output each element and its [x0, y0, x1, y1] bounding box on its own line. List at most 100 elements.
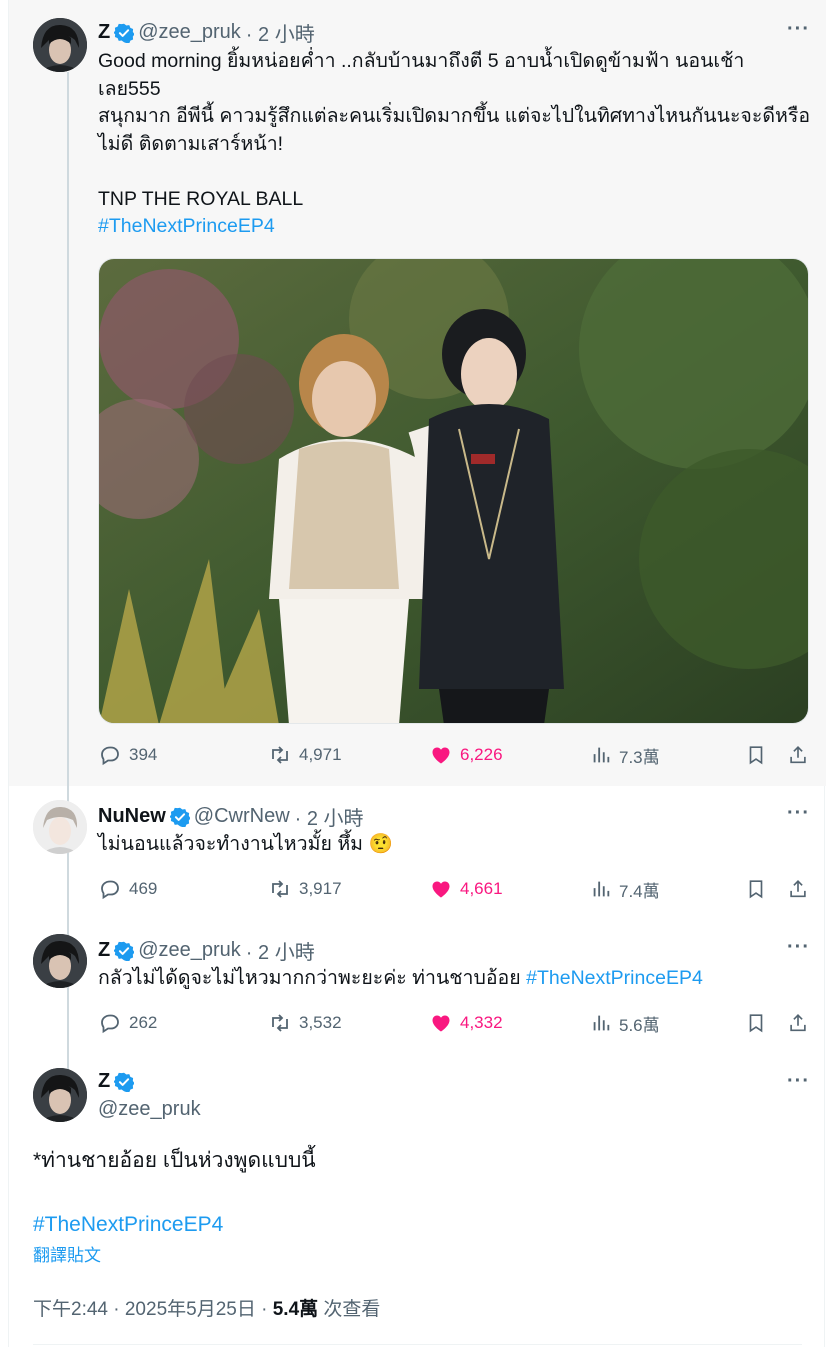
- bookmark-icon: [749, 746, 763, 765]
- like-button[interactable]: 6,226: [429, 740, 503, 770]
- verified-badge-icon: [114, 941, 135, 961]
- reply-count: 394: [129, 745, 158, 764]
- display-name[interactable]: Z: [98, 939, 110, 962]
- more-icon[interactable]: ···: [787, 802, 810, 825]
- reply-button[interactable]: 469: [98, 874, 157, 904]
- share-button[interactable]: [787, 740, 816, 770]
- timestamp[interactable]: · 2 小時: [246, 936, 315, 965]
- avatar[interactable]: [33, 934, 87, 988]
- reply-icon: [101, 1014, 119, 1034]
- view-count: 5.6萬: [619, 1015, 660, 1035]
- views-button[interactable]: 7.3萬: [590, 740, 660, 770]
- text-line: เลย555: [98, 77, 161, 100]
- hashtag-link[interactable]: #TheNextPrinceEP4: [98, 213, 814, 241]
- share-icon: [790, 880, 806, 898]
- text-line: สนุกมาก อีพีนี้ คาวมรู้สึกแต่ละคนเริ่มเป…: [98, 105, 811, 127]
- display-name[interactable]: NuNew: [98, 805, 166, 828]
- tweet-actions: 262 3,532 4,332 5.6萬: [98, 1008, 814, 1038]
- avatar[interactable]: [33, 1068, 87, 1122]
- tweet-header: NuNew @CwrNew · 2 小時: [98, 802, 364, 831]
- like-count: 6,226: [460, 745, 503, 764]
- tweet-text: ไม่นอนแล้วจะทำงานไหวมั้ย หึ้ม 🤨: [98, 833, 393, 855]
- repost-icon: [272, 1014, 288, 1032]
- more-icon[interactable]: ···: [787, 1070, 810, 1093]
- bookmark-icon: [749, 880, 763, 899]
- tweet-actions: 394 4,971 6,226 7.3萬: [98, 740, 814, 770]
- tweet-1[interactable]: Z @zee_pruk · 2 小時 ··· Good morning ยิ้ม…: [9, 0, 826, 1072]
- repost-count: 4,971: [299, 745, 342, 764]
- tweet-actions: 469 3,917 4,661 7.4萬: [98, 874, 814, 904]
- verified-badge-icon: [169, 807, 190, 827]
- verified-badge-icon: [114, 1072, 135, 1092]
- divider: [33, 1344, 802, 1345]
- text-line: TNP THE ROYAL BALL: [98, 187, 304, 210]
- views-button[interactable]: 5.6萬: [590, 1008, 660, 1038]
- repost-button[interactable]: 3,532: [268, 1008, 342, 1038]
- hashtag-link[interactable]: #TheNextPrinceEP4: [526, 967, 703, 989]
- more-icon[interactable]: ···: [787, 18, 810, 41]
- like-icon: [432, 881, 450, 898]
- reply-button[interactable]: 394: [98, 740, 157, 770]
- verified-badge-icon: [114, 23, 135, 43]
- avatar[interactable]: [33, 18, 87, 72]
- views-icon: [593, 1015, 610, 1031]
- reply-count: 469: [129, 879, 158, 898]
- like-button[interactable]: 4,661: [429, 874, 503, 904]
- user-handle[interactable]: @zee_pruk: [138, 21, 241, 44]
- tweet-header: Z: [98, 1070, 138, 1093]
- share-icon: [790, 1014, 806, 1032]
- user-handle[interactable]: @zee_pruk: [98, 1098, 201, 1121]
- like-count: 4,661: [460, 879, 503, 898]
- reply-button[interactable]: 262: [98, 1008, 157, 1038]
- tweet-text: กลัวไม่ได้ดูจะไม่ไหวมากกว่าพะยะค่ะ ท่านช…: [98, 965, 814, 993]
- avatar[interactable]: [33, 800, 87, 854]
- hashtag-link[interactable]: #TheNextPrinceEP4: [33, 1210, 223, 1240]
- views-button[interactable]: 7.4萬: [590, 874, 660, 904]
- text-line: Good morning ยิ้มหน่อยค่ำา ..กลับบ้านมาถ…: [98, 50, 745, 72]
- like-icon: [432, 747, 450, 764]
- timestamp[interactable]: · 2 小時: [246, 18, 315, 47]
- user-handle[interactable]: @zee_pruk: [138, 939, 241, 962]
- text-line: [98, 158, 814, 186]
- repost-icon: [272, 746, 288, 764]
- view-count: 7.4萬: [619, 881, 660, 901]
- repost-button[interactable]: 4,971: [268, 740, 342, 770]
- text-line: ไม่ดี ติดตามเสาร์หน้า!: [98, 132, 284, 155]
- conversation-timeline: Z @zee_pruk · 2 小時 ··· Good morning ยิ้ม…: [8, 0, 826, 1347]
- reply-icon: [101, 746, 119, 766]
- translate-post-link[interactable]: 翻譯貼文: [33, 1244, 101, 1268]
- like-icon: [432, 1015, 450, 1032]
- view-label: 次查看: [318, 1299, 381, 1320]
- view-total: 5.4萬: [272, 1299, 319, 1320]
- views-icon: [593, 881, 610, 897]
- share-icon: [790, 746, 806, 764]
- tweet-text: *ท่านชายอ้อย เป็นห่วงพูดแบบนี้: [33, 1149, 316, 1172]
- user-handle[interactable]: @CwrNew: [194, 805, 290, 828]
- repost-icon: [272, 880, 288, 898]
- view-count: 7.3萬: [619, 747, 660, 767]
- reply-icon: [101, 880, 119, 900]
- bookmark-button[interactable]: [745, 874, 774, 904]
- tweet-text-body: กลัวไม่ได้ดูจะไม่ไหวมากกว่าพะยะค่ะ ท่านช…: [98, 967, 527, 989]
- bookmark-button[interactable]: [745, 1008, 774, 1038]
- tweet-photo[interactable]: [98, 258, 809, 724]
- like-button[interactable]: 4,332: [429, 1008, 503, 1038]
- views-icon: [593, 747, 610, 763]
- post-time[interactable]: 下午2:44 · 2025年5月25日 ·: [33, 1299, 273, 1320]
- bookmark-icon: [749, 1014, 763, 1033]
- like-count: 4,332: [460, 1013, 503, 1032]
- reply-count: 262: [129, 1013, 158, 1032]
- tweet-header: Z @zee_pruk · 2 小時: [98, 936, 315, 965]
- more-icon[interactable]: ···: [787, 936, 810, 959]
- share-button[interactable]: [787, 874, 816, 904]
- display-name[interactable]: Z: [98, 1070, 110, 1093]
- timestamp[interactable]: · 2 小時: [295, 802, 364, 831]
- repost-button[interactable]: 3,917: [268, 874, 342, 904]
- tweet-text: Good morning ยิ้มหน่อยค่ำา ..กลับบ้านมาถ…: [98, 48, 814, 241]
- bookmark-button[interactable]: [745, 740, 774, 770]
- share-button[interactable]: [787, 1008, 816, 1038]
- repost-count: 3,532: [299, 1013, 342, 1032]
- display-name[interactable]: Z: [98, 21, 110, 44]
- tweet-3[interactable]: Z @zee_pruk · 2 小時 ··· กลัวไม่ได้ดูจะไม่…: [9, 920, 826, 1054]
- tweet-2[interactable]: NuNew @CwrNew · 2 小時 ··· ไม่นอนแล้วจะทำง…: [9, 786, 826, 920]
